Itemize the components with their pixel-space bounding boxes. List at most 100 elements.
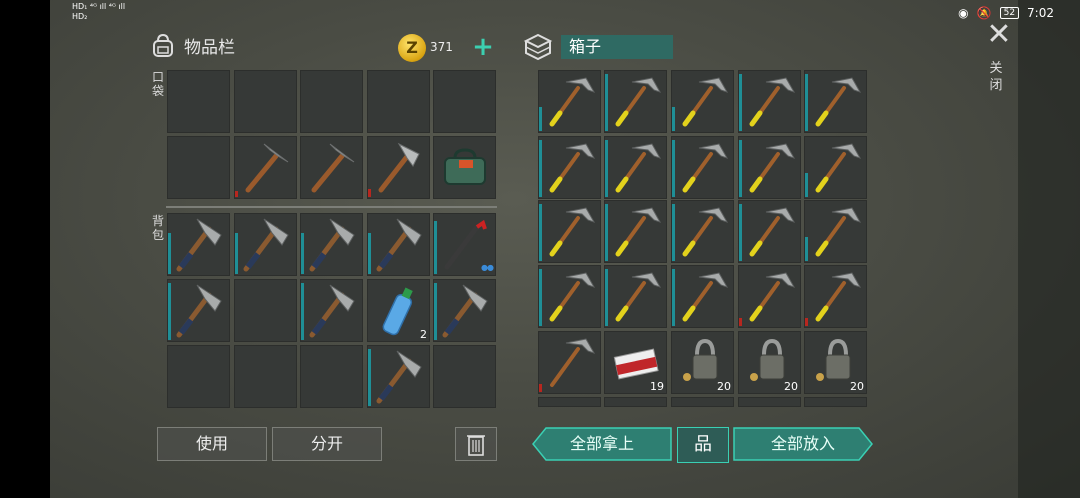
inventory-slot[interactable] <box>300 136 363 199</box>
inventory-slot[interactable] <box>433 345 496 408</box>
box-slot[interactable] <box>671 397 734 407</box>
box-slot[interactable] <box>538 70 601 133</box>
box-slot[interactable] <box>604 397 667 407</box>
hammer-icon <box>682 207 729 257</box>
clock: 7:02 <box>1027 6 1054 20</box>
inventory-slot[interactable] <box>433 136 496 199</box>
box-slot[interactable] <box>804 136 867 199</box>
box-slot[interactable] <box>671 70 734 133</box>
inventory-slot[interactable] <box>167 213 230 276</box>
split-button[interactable]: 分开 <box>272 427 382 461</box>
status-bar: HD₁ ⁴ᴳ ıll ⁴ᴳ ıll HD₂ ◉ 🔕 52 7:02 <box>72 0 1072 26</box>
hammer-icon <box>749 272 796 322</box>
box-slot[interactable]: 19 <box>604 331 667 394</box>
inventory-slot[interactable] <box>167 70 230 133</box>
inventory-slot[interactable] <box>167 345 230 408</box>
hammer-icon <box>549 143 596 193</box>
take-all-label: 全部拿上 <box>569 434 634 453</box>
inventory-slot[interactable] <box>167 136 230 199</box>
hammer-icon <box>615 77 662 127</box>
box-slot[interactable] <box>604 200 667 263</box>
sort-button[interactable]: 品 <box>677 427 729 463</box>
hammer-icon <box>549 272 596 322</box>
hammer-icon <box>815 272 862 322</box>
hammer-icon <box>682 272 729 322</box>
put-all-label: 全部放入 <box>770 434 835 453</box>
axe-icon <box>176 218 222 272</box>
box-slot[interactable] <box>671 200 734 263</box>
inventory-slot[interactable] <box>234 279 297 342</box>
inventory-slot[interactable] <box>300 213 363 276</box>
hammer-icon <box>682 143 729 193</box>
box-slot[interactable]: 20 <box>671 331 734 394</box>
inventory-slot[interactable] <box>234 136 297 199</box>
item-count: 20 <box>850 380 864 393</box>
inventory-slot[interactable] <box>367 136 430 199</box>
box-slot[interactable] <box>804 200 867 263</box>
box-slot[interactable] <box>738 265 801 328</box>
box-slot[interactable] <box>738 397 801 407</box>
take-all-button[interactable]: 全部拿上 <box>532 427 672 461</box>
box-slot[interactable] <box>604 136 667 199</box>
inventory-slot[interactable] <box>300 279 363 342</box>
axe-icon <box>176 284 222 338</box>
box-slot[interactable]: 20 <box>804 331 867 394</box>
hammer-icon <box>549 77 596 127</box>
hammer-icon <box>749 207 796 257</box>
inventory-slot[interactable] <box>367 345 430 408</box>
hammer-icon <box>815 143 862 193</box>
box-slot[interactable] <box>804 265 867 328</box>
box-title: 箱子 <box>561 35 673 59</box>
box-slot[interactable] <box>738 70 801 133</box>
box-slot[interactable] <box>671 136 734 199</box>
hammer-icon <box>749 77 796 127</box>
eye-icon: ◉ <box>958 6 969 20</box>
box-slot[interactable] <box>738 200 801 263</box>
box-slot[interactable] <box>671 265 734 328</box>
inventory-slot[interactable] <box>300 70 363 133</box>
box-slot[interactable] <box>538 200 601 263</box>
inventory-slot[interactable] <box>234 70 297 133</box>
box-slot[interactable] <box>538 397 601 407</box>
signal-indicators: HD₁ ⁴ᴳ ıll ⁴ᴳ ıll HD₂ <box>72 2 126 21</box>
axe-icon <box>309 284 355 338</box>
upgrade-dots: ●● <box>481 263 494 272</box>
inventory-slot[interactable] <box>167 279 230 342</box>
trash-button[interactable] <box>455 427 497 461</box>
item-count: 2 <box>420 328 427 341</box>
box-slot[interactable]: 20 <box>738 331 801 394</box>
add-coins-button[interactable]: + <box>470 34 496 60</box>
coin-count: 371 <box>430 40 453 54</box>
inventory-slot[interactable] <box>367 213 430 276</box>
durability-low-indicator <box>235 191 238 197</box>
use-button[interactable]: 使用 <box>157 427 267 461</box>
inventory-slot[interactable] <box>300 345 363 408</box>
side-strip <box>1018 0 1080 498</box>
put-all-button[interactable]: 全部放入 <box>733 427 873 461</box>
inventory-slot[interactable] <box>234 345 297 408</box>
inventory-slot[interactable] <box>367 70 430 133</box>
inventory-slot[interactable]: ●● <box>433 213 496 276</box>
box-slot[interactable] <box>538 265 601 328</box>
hammer-icon <box>815 77 862 127</box>
box-slot[interactable] <box>538 136 601 199</box>
box-slot[interactable] <box>804 70 867 133</box>
inventory-slot[interactable] <box>234 213 297 276</box>
item-count: 19 <box>650 380 664 393</box>
item-count: 20 <box>784 380 798 393</box>
inventory-slot[interactable]: 2 <box>367 279 430 342</box>
close-label[interactable]: 关闭 <box>988 60 1004 94</box>
box-slot[interactable] <box>538 331 601 394</box>
box-slot[interactable] <box>804 397 867 407</box>
box-slot[interactable] <box>604 265 667 328</box>
box-slot[interactable] <box>738 136 801 199</box>
hammer-icon <box>682 77 729 127</box>
close-button[interactable]: ✕ <box>984 20 1014 50</box>
pickaxe-icon <box>245 143 289 193</box>
hammer-icon <box>549 207 596 257</box>
box-slot[interactable] <box>604 70 667 133</box>
inventory-slot[interactable] <box>433 279 496 342</box>
inventory-slot[interactable] <box>433 70 496 133</box>
inventory-title: 物品栏 <box>184 37 235 58</box>
toolbox-icon <box>444 148 486 185</box>
